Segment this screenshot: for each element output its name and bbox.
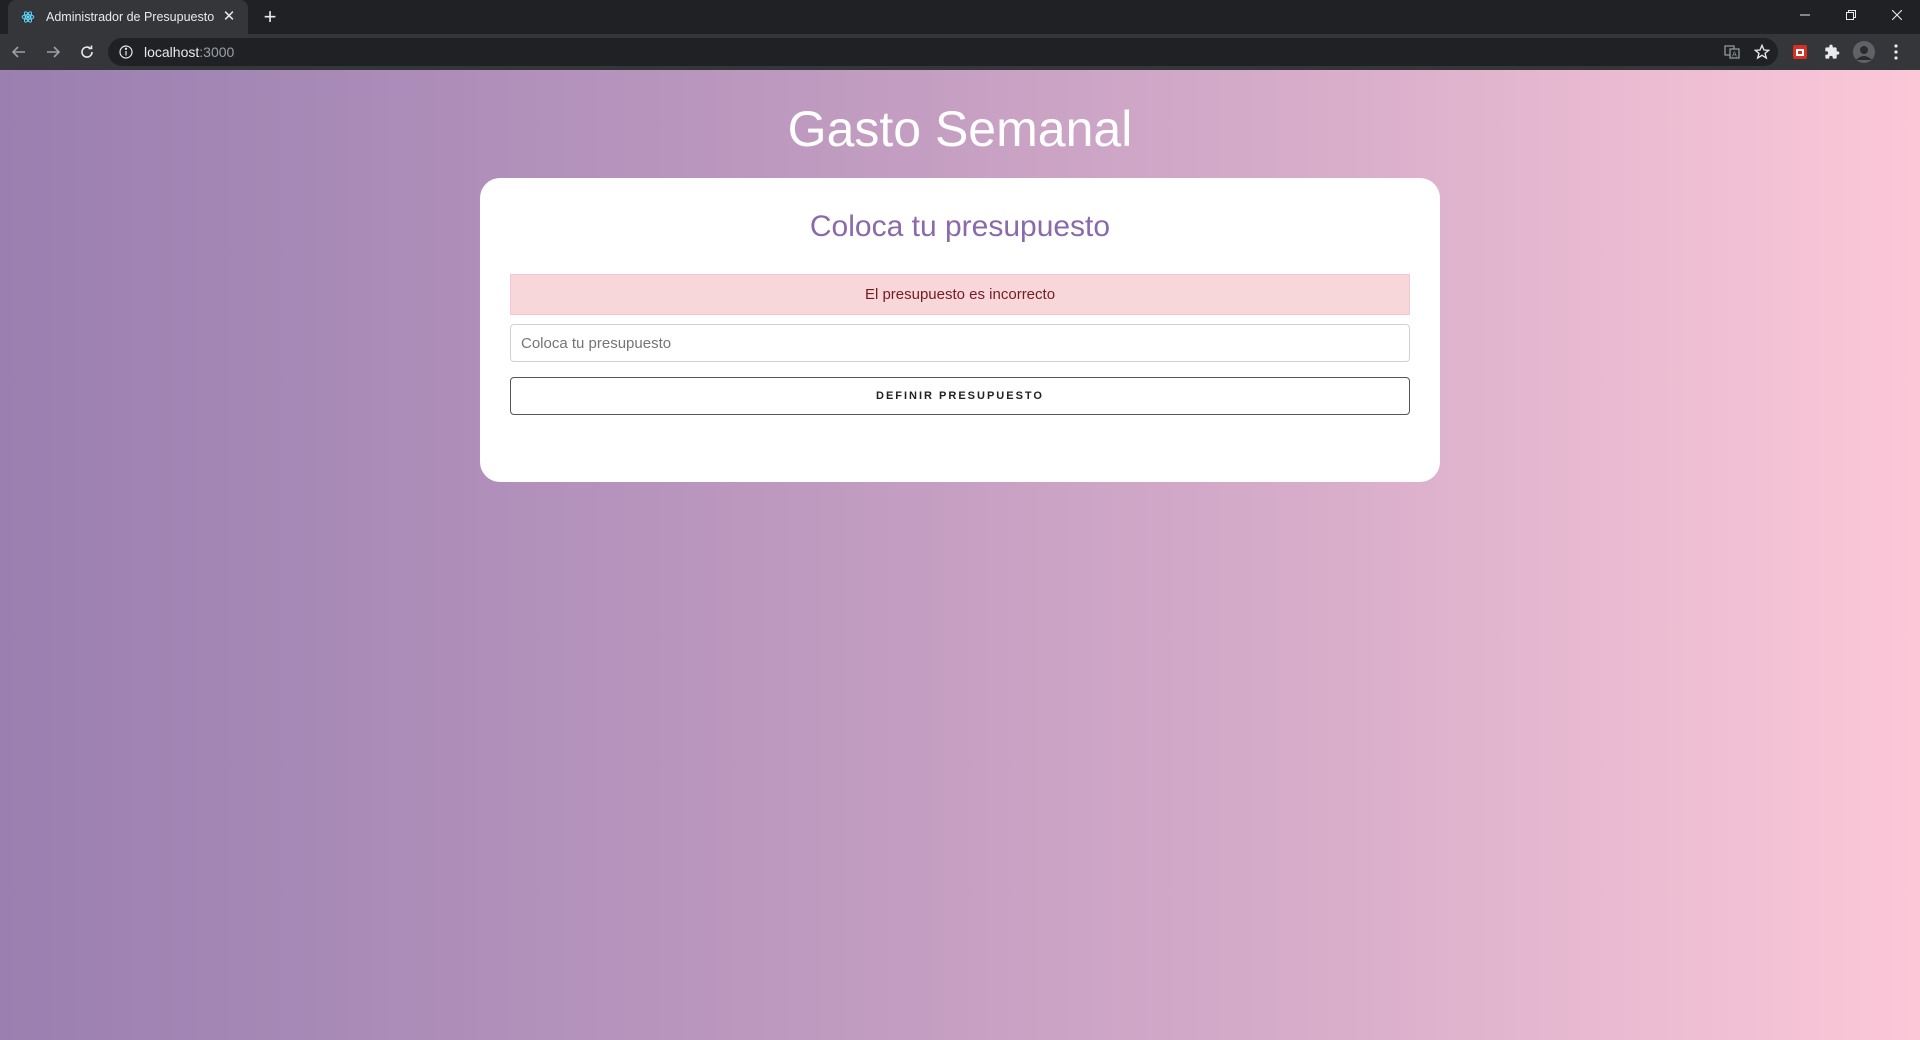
profile-avatar[interactable] [1850,38,1878,66]
define-budget-button[interactable]: Definir Presupuesto [510,377,1410,415]
budget-card: Coloca tu presupuesto El presupuesto es … [480,178,1440,482]
extensions-area [1786,38,1910,66]
close-icon[interactable] [1874,0,1920,30]
back-arrow-icon[interactable] [4,37,34,67]
browser-tab[interactable]: Administrador de Presupuesto ✕ [8,0,248,34]
budget-input[interactable] [510,324,1410,362]
url-host: localhost [144,44,200,60]
reload-icon[interactable] [72,37,102,67]
info-icon[interactable] [118,44,134,60]
browser-toolbar: localhost:3000 A [0,34,1920,70]
tab-close-icon[interactable]: ✕ [220,8,238,26]
extension-icon[interactable] [1786,38,1814,66]
restore-icon[interactable] [1828,0,1874,30]
page-title: Gasto Semanal [787,101,1133,157]
plus-icon[interactable]: + [258,6,282,28]
star-icon[interactable] [1752,42,1772,62]
error-alert: El presupuesto es incorrecto [510,274,1410,315]
react-icon [20,9,36,25]
svg-text:A: A [1732,51,1737,59]
page-viewport: Gasto Semanal Coloca tu presupuesto El p… [0,70,1920,1040]
browser-tabstrip: Administrador de Presupuesto ✕ + [0,0,1920,34]
tab-title: Administrador de Presupuesto [46,10,215,24]
translate-icon[interactable]: A [1722,42,1742,62]
forward-arrow-icon[interactable] [38,37,68,67]
omnibox-actions: A [1722,42,1772,62]
card-heading: Coloca tu presupuesto [809,210,1111,243]
minimize-icon[interactable] [1782,0,1828,30]
window-controls [1782,0,1920,30]
url-port: :3000 [199,44,235,60]
more-menu-icon[interactable] [1882,38,1910,66]
puzzle-icon[interactable] [1818,38,1846,66]
address-bar[interactable]: localhost:3000 A [108,38,1778,66]
